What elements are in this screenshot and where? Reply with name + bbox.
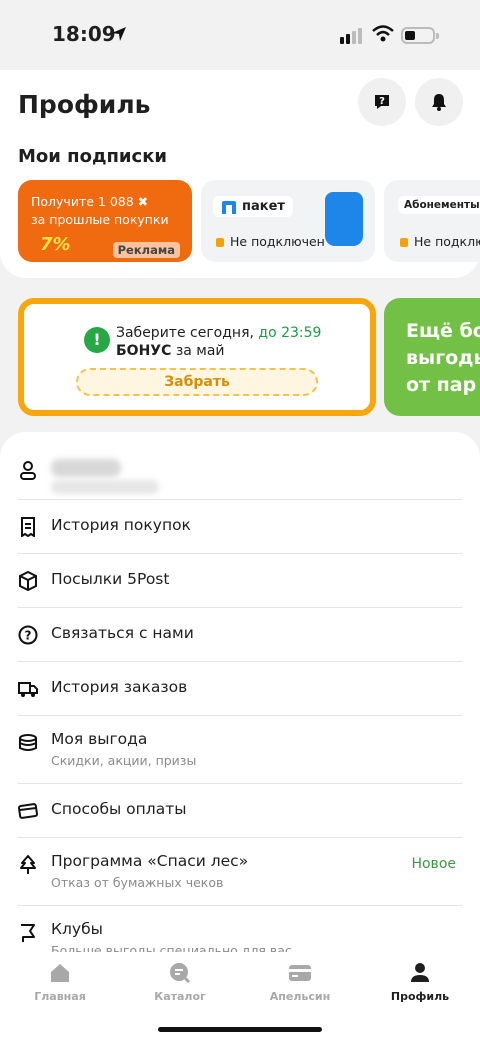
promo-percent-badge: 7%	[40, 234, 71, 255]
truck-icon	[18, 682, 38, 697]
tab-apelsin[interactable]: Апельсин	[250, 962, 350, 1003]
menu-label: История заказов	[51, 678, 188, 696]
tab-profile[interactable]: Профиль	[370, 962, 470, 1003]
tab-home[interactable]: Главная	[10, 962, 110, 1003]
location-arrow-icon	[112, 27, 126, 41]
paket-subscription-card[interactable]: пакет Не подключен	[201, 180, 375, 262]
flag-icon	[21, 924, 35, 942]
subscriptions-title: Мои подписки	[18, 146, 168, 167]
benefit-promo-card[interactable]: Ещё бо выгоды от пар	[384, 298, 480, 416]
clubs-subscription-card[interactable]: Абонементы Не подключен	[384, 180, 480, 262]
question-icon: ?	[375, 95, 389, 109]
new-badge: Новое	[411, 856, 456, 872]
user-icon	[20, 461, 36, 480]
bonus-line1: Заберите сегодня, до 23:59	[116, 325, 322, 341]
bonus-card[interactable]: ! Заберите сегодня, до 23:59 БОНУС за ма…	[18, 298, 376, 416]
user-phone-redacted	[51, 480, 159, 494]
help-button[interactable]: ?	[358, 78, 406, 126]
user-icon	[411, 963, 429, 982]
bell-icon	[432, 94, 446, 111]
home-indicator	[158, 1027, 322, 1032]
promo-card[interactable]: Получите 1 088 ✖ за прошлые покупки 7% Р…	[18, 180, 192, 262]
user-account-row[interactable]	[18, 442, 462, 500]
promo-line2: за прошлые покупки	[31, 212, 169, 227]
svg-text:?: ?	[25, 629, 32, 643]
coins-icon	[19, 734, 37, 751]
exclamation-icon: !	[84, 327, 110, 353]
clubs-logo: Абонементы	[398, 196, 480, 214]
home-icon	[51, 964, 69, 982]
receipt-icon	[21, 517, 35, 537]
ad-label: Реклама	[112, 242, 180, 258]
promo-line1: Получите 1 088 ✖	[31, 194, 149, 209]
status-time: 18:09	[52, 22, 116, 46]
menu-item-parcels[interactable]: Посылки 5Post	[18, 554, 462, 608]
card-icon	[18, 803, 38, 819]
profile-header-card: Профиль ? Мои подписки Получите 1 088 ✖ …	[0, 70, 480, 278]
bonus-line2: БОНУС за май	[116, 343, 225, 359]
menu-label: Способы оплаты	[51, 800, 187, 818]
take-bonus-button[interactable]: Забрать	[76, 368, 318, 396]
close-x-icon: ✖	[137, 194, 149, 209]
cellular-signal-icon	[340, 28, 362, 44]
menu-item-save-forest[interactable]: Программа «Спаси лес» Отказ от бумажных …	[18, 838, 462, 906]
menu-label: Связаться с нами	[51, 624, 194, 642]
menu-item-my-benefit[interactable]: Моя выгода Скидки, акции, призы	[18, 716, 462, 784]
battery-icon	[401, 27, 439, 44]
card-icon	[289, 965, 311, 981]
menu-sublabel: Отказ от бумажных чеков	[51, 875, 224, 890]
search-icon	[170, 963, 191, 984]
clubs-status: Не подключен	[400, 234, 480, 249]
menu-item-purchase-history[interactable]: История покупок	[18, 500, 462, 554]
tab-catalog[interactable]: Каталог	[130, 962, 230, 1003]
paket-logo-icon	[222, 200, 236, 214]
lock-icon	[216, 238, 224, 247]
menu-sublabel: Скидки, акции, призы	[51, 753, 197, 768]
wifi-icon	[372, 25, 394, 42]
menu-item-order-history[interactable]: История заказов	[18, 662, 462, 716]
menu-label: История покупок	[51, 516, 191, 534]
status-bar: 18:09	[0, 0, 480, 70]
menu-label: Моя выгода	[51, 730, 148, 748]
user-name-redacted	[51, 459, 121, 477]
lock-icon	[400, 238, 408, 247]
package-icon	[19, 571, 37, 591]
help-circle-icon: ?	[18, 625, 38, 645]
paket-logo: пакет	[213, 196, 293, 217]
tree-icon	[20, 855, 36, 874]
menu-item-contact[interactable]: ? Связаться с нами	[18, 608, 462, 662]
page-title: Профиль	[18, 90, 151, 119]
paket-status: Не подключен	[216, 234, 325, 249]
menu-label: Клубы	[51, 920, 103, 938]
notifications-button[interactable]	[415, 78, 463, 126]
menu-label: Посылки 5Post	[51, 570, 170, 588]
svg-text:?: ?	[379, 96, 385, 107]
paket-mascot-image	[325, 192, 363, 246]
menu-label: Программа «Спаси лес»	[51, 852, 249, 870]
menu-item-payment-methods[interactable]: Способы оплаты	[18, 784, 462, 838]
